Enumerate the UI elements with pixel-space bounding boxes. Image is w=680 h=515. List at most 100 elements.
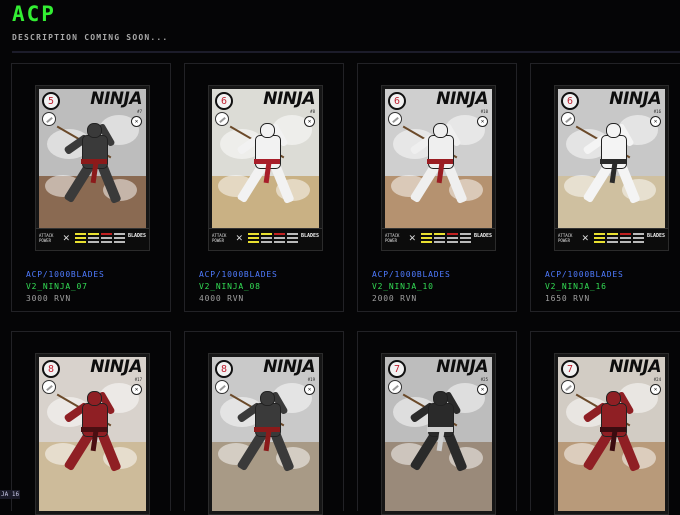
nft-meta: ACP/1000BLADES V2_NINJA_08 4000 RVN (199, 269, 278, 305)
nft-card-image[interactable]: 8 NINJA #19 ✕ (208, 353, 323, 515)
ninja-legr (443, 431, 468, 472)
ninja-legr (97, 163, 122, 204)
power-slot-line (620, 237, 631, 239)
cross-icon: ✕ (582, 231, 589, 244)
collection-link[interactable]: ACP/1000BLADES (199, 269, 278, 281)
attack-power-label: ATTACK POWER (558, 233, 573, 243)
nft-tile[interactable]: 6 NINJA #8 ✕ ATTACK POWER ✕ BLADES ACP/1000BLAD… (184, 63, 344, 312)
heart-icon: 5 (42, 92, 60, 110)
attack-power-bar: ATTACK POWER ✕ BLADES (36, 228, 149, 250)
weapon-icon (388, 380, 402, 394)
nft-card-image[interactable]: 7 NINJA #24 ✕ (554, 353, 669, 515)
power-slot-line (274, 237, 285, 239)
power-slot-line (274, 241, 285, 243)
heart-icon: 8 (215, 360, 233, 378)
nft-tile[interactable]: 8 NINJA #17 ✕ (11, 331, 171, 515)
power-slot-line (101, 237, 112, 239)
ninja-legr (616, 163, 641, 204)
attack-power-label: ATTACK POWER (385, 233, 400, 243)
power-slot-line (248, 237, 259, 239)
power-slot-line (261, 233, 272, 235)
attack-power-bar: ATTACK POWER ✕ BLADES (382, 228, 495, 250)
power-slot-line (274, 233, 285, 235)
card-number: #16 (653, 109, 661, 114)
power-slot-line (633, 233, 644, 235)
nft-tile[interactable]: 5 NINJA #7 ✕ ATTACK POWER ✕ BLADES ACP/1000BLAD… (11, 63, 171, 312)
card-artwork: 8 NINJA #17 ✕ (39, 357, 146, 511)
blades-logo: BLADES (646, 233, 665, 239)
power-slot (434, 233, 445, 245)
price-label: 4000 RVN (199, 294, 244, 303)
crossed-swords-icon: ✕ (477, 384, 488, 395)
ninja-figure (402, 385, 477, 485)
nft-card-image[interactable]: 7 NINJA #25 ✕ (381, 353, 496, 515)
nft-tile[interactable]: 6 NINJA #10 ✕ ATTACK POWER ✕ BLADES ACP/1000BLA… (357, 63, 517, 312)
nft-card-image[interactable]: 6 NINJA #16 ✕ ATTACK POWER ✕ BLADES (554, 85, 669, 251)
ninja-head (606, 391, 621, 406)
cross-icon: ✕ (409, 231, 416, 244)
nft-tile[interactable]: 8 NINJA #19 ✕ (184, 331, 344, 515)
ninja-figure (56, 117, 131, 217)
card-number: #7 (137, 109, 142, 114)
card-number: #10 (480, 109, 488, 114)
collection-link[interactable]: ACP/1000BLADES (372, 269, 451, 281)
asset-name[interactable]: V2_NINJA_16 (545, 281, 624, 293)
cross-icon: ✕ (236, 231, 243, 244)
nft-meta: ACP/1000BLADES V2_NINJA_07 3000 RVN (26, 269, 105, 305)
attack-power-bar: ATTACK POWER ✕ BLADES (209, 228, 322, 250)
card-artwork: 6 NINJA #16 ✕ (558, 89, 665, 247)
asset-name[interactable]: V2_NINJA_07 (26, 281, 105, 293)
power-slot-line (434, 233, 445, 235)
power-slot (75, 233, 86, 245)
collection-link[interactable]: ACP/1000BLADES (26, 269, 105, 281)
power-slots (248, 233, 298, 245)
power-slot-line (421, 241, 432, 243)
page-title: ACP (12, 2, 56, 26)
card-class-title: NINJA (609, 357, 661, 377)
nft-card-image[interactable]: 6 NINJA #10 ✕ ATTACK POWER ✕ BLADES (381, 85, 496, 251)
nft-tile[interactable]: 7 NINJA #24 ✕ (530, 331, 680, 515)
power-slot (287, 233, 298, 245)
collection-link[interactable]: ACP/1000BLADES (545, 269, 624, 281)
power-slot-line (88, 241, 99, 243)
power-slot-line (75, 241, 86, 243)
price-label: 3000 RVN (26, 294, 71, 303)
nft-tile[interactable]: 6 NINJA #16 ✕ ATTACK POWER ✕ BLADES ACP/1000BLA… (530, 63, 680, 312)
asset-name[interactable]: V2_NINJA_08 (199, 281, 278, 293)
power-slot-line (287, 237, 298, 239)
power-slot-line (594, 237, 605, 239)
weapon-icon (388, 112, 402, 126)
attack-power-label: ATTACK POWER (39, 233, 54, 243)
nft-tile[interactable]: 7 NINJA #25 ✕ (357, 331, 517, 515)
weapon-icon (561, 380, 575, 394)
power-slot-line (607, 237, 618, 239)
power-slot-line (261, 241, 272, 243)
weapon-icon (561, 112, 575, 126)
nft-card-image[interactable]: 8 NINJA #17 ✕ (35, 353, 150, 515)
power-slot (594, 233, 605, 245)
ninja-head (87, 391, 102, 406)
nft-card-image[interactable]: 5 NINJA #7 ✕ ATTACK POWER ✕ BLADES (35, 85, 150, 251)
ninja-figure (229, 385, 304, 485)
cross-icon: ✕ (63, 231, 70, 244)
card-number: #25 (480, 377, 488, 382)
power-slot-line (114, 233, 125, 235)
power-slot-line (114, 237, 125, 239)
card-class-title: NINJA (263, 89, 315, 109)
card-number: #17 (134, 377, 142, 382)
attack-power-bar: ATTACK POWER ✕ BLADES (555, 228, 668, 250)
page-subtitle: DESCRIPTION COMING SOON... (12, 33, 169, 42)
card-artwork: 6 NINJA #10 ✕ (385, 89, 492, 247)
nft-card-image[interactable]: 6 NINJA #8 ✕ ATTACK POWER ✕ BLADES (208, 85, 323, 251)
heart-icon: 6 (215, 92, 233, 110)
ninja-figure (575, 117, 650, 217)
card-artwork: 7 NINJA #24 ✕ (558, 357, 665, 511)
asset-name[interactable]: V2_NINJA_10 (372, 281, 451, 293)
power-slot-line (633, 237, 644, 239)
power-slots (75, 233, 125, 245)
ninja-figure (575, 385, 650, 485)
power-slot-line (75, 237, 86, 239)
power-slot-line (447, 237, 458, 239)
ninja-legr (616, 431, 641, 472)
card-artwork: 7 NINJA #25 ✕ (385, 357, 492, 511)
